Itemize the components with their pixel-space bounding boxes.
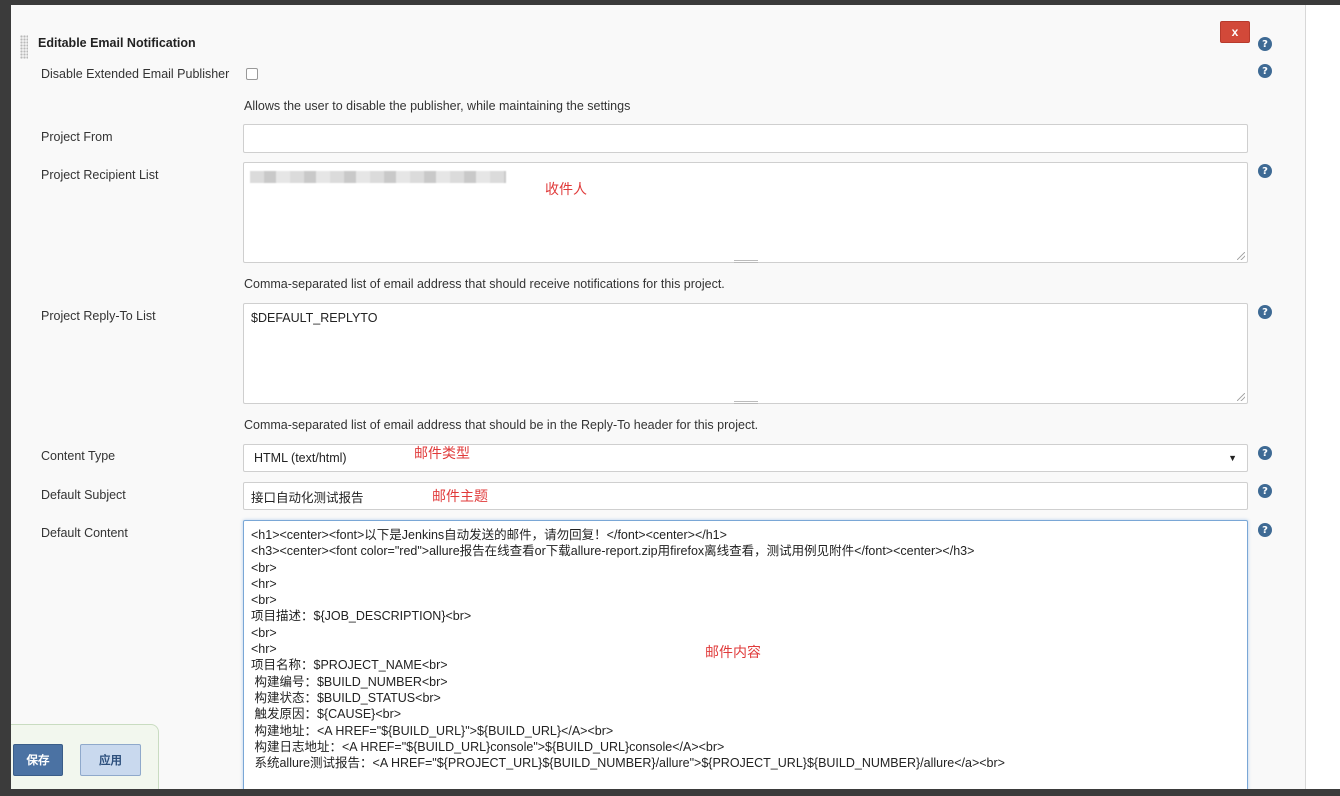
content-type-label: Content Type [41, 449, 116, 463]
delete-section-button[interactable]: x [1220, 21, 1250, 43]
reply-to-textarea[interactable]: $DEFAULT_REPLYTO [243, 303, 1248, 404]
dropdown-caret-icon: ▼ [1228, 453, 1237, 463]
help-icon[interactable]: ? [1258, 64, 1272, 78]
disable-publisher-description: Allows the user to disable the publisher… [244, 99, 631, 113]
default-content-label: Default Content [41, 526, 128, 540]
help-icon[interactable]: ? [1258, 446, 1272, 460]
window-frame-left [0, 0, 11, 796]
redacted-recipients [250, 171, 506, 183]
apply-button[interactable]: 应用 [80, 744, 141, 776]
save-button[interactable]: 保存 [13, 744, 63, 776]
right-side-strip [1305, 5, 1340, 789]
resize-corner-icon[interactable] [1237, 393, 1245, 401]
default-subject-annotation: 邮件主题 [432, 488, 488, 504]
content-type-value: HTML (text/html) [254, 451, 347, 465]
reply-to-label: Project Reply-To List [41, 309, 156, 323]
default-content-annotation: 邮件内容 [705, 644, 761, 660]
drag-handle-icon[interactable] [20, 35, 28, 59]
content-type-select[interactable]: HTML (text/html) ▼ [243, 444, 1248, 472]
project-from-label: Project From [41, 130, 113, 144]
help-icon[interactable]: ? [1258, 37, 1272, 51]
default-subject-input[interactable]: 接口自动化测试报告 [243, 482, 1248, 510]
content-type-annotation: 邮件类型 [414, 445, 470, 461]
recipient-list-label: Project Recipient List [41, 168, 159, 182]
resize-corner-icon[interactable] [1237, 252, 1245, 260]
help-icon[interactable]: ? [1258, 523, 1272, 537]
window-frame-bottom [0, 789, 1340, 796]
section-title: Editable Email Notification [38, 36, 196, 50]
disable-publisher-checkbox[interactable] [246, 68, 258, 80]
textarea-resize-grip[interactable] [734, 401, 758, 404]
default-subject-label: Default Subject [41, 488, 126, 502]
disable-publisher-label: Disable Extended Email Publisher [41, 67, 230, 81]
recipient-list-description: Comma-separated list of email address th… [244, 277, 725, 291]
help-icon[interactable]: ? [1258, 164, 1272, 178]
recipient-list-textarea[interactable] [243, 162, 1248, 263]
email-notification-panel: Editable Email Notification x ? Disable … [11, 5, 1305, 789]
recipient-annotation: 收件人 [545, 181, 587, 197]
textarea-resize-grip[interactable] [734, 260, 758, 263]
reply-to-value: $DEFAULT_REPLYTO [251, 311, 378, 325]
project-from-input[interactable] [243, 124, 1248, 153]
reply-to-description: Comma-separated list of email address th… [244, 418, 759, 432]
help-icon[interactable]: ? [1258, 484, 1272, 498]
help-icon[interactable]: ? [1258, 305, 1272, 319]
